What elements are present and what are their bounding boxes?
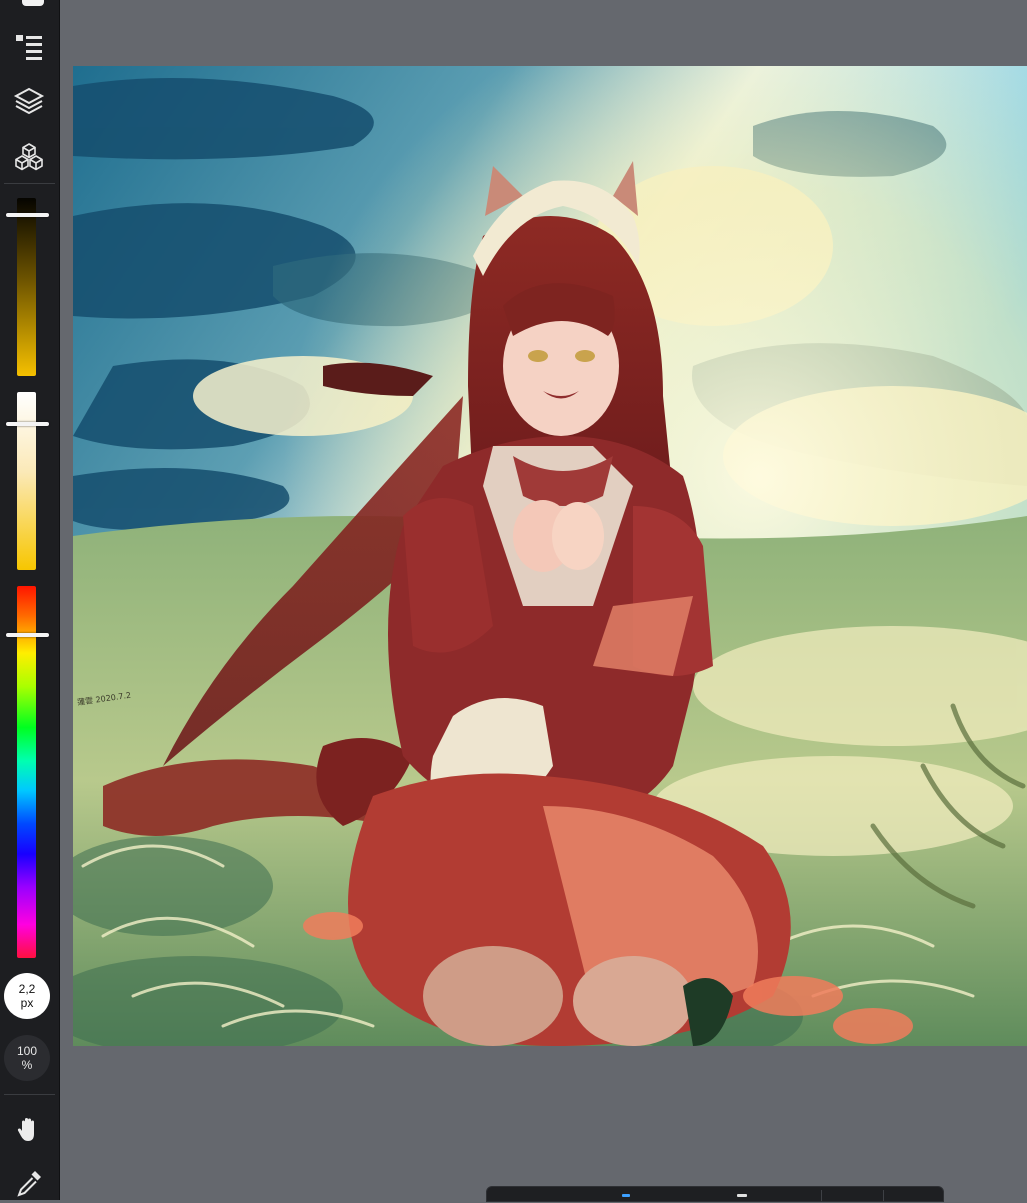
eyedropper-tool-button[interactable] xyxy=(9,1163,49,1203)
brush-size-unit: px xyxy=(20,996,34,1010)
menu-button[interactable] xyxy=(9,26,49,66)
toolbar-divider xyxy=(4,1094,55,1095)
materials-button[interactable] xyxy=(9,137,49,177)
bottom-tool-active-indicator[interactable] xyxy=(622,1194,630,1197)
toolbar-divider xyxy=(4,183,55,184)
hand-icon xyxy=(17,1118,34,1141)
layers-button[interactable] xyxy=(9,81,49,121)
layers-icon xyxy=(13,87,45,115)
menu-icon xyxy=(16,35,42,60)
hue-slider-handle[interactable] xyxy=(6,633,49,637)
top-tool-button[interactable] xyxy=(22,0,44,6)
brush-size-button[interactable]: 2,2 px xyxy=(4,973,50,1019)
bottom-bar-divider xyxy=(883,1190,884,1201)
artwork-painting xyxy=(73,66,1027,1046)
bottom-tool-indicator[interactable] xyxy=(737,1194,747,1197)
saturation-slider-handle[interactable] xyxy=(6,422,49,426)
left-toolbar: 2,2 px 100 % xyxy=(0,0,60,1200)
hand-tool-button[interactable] xyxy=(9,1110,49,1150)
hue-slider[interactable] xyxy=(17,586,36,958)
brush-size-value: 2,2 xyxy=(18,982,36,996)
opacity-value: 100 xyxy=(16,1044,38,1058)
brightness-slider-handle[interactable] xyxy=(6,213,49,217)
brightness-slider[interactable] xyxy=(17,198,36,376)
bottom-bar-divider xyxy=(821,1190,822,1201)
drawing-canvas[interactable]: 蓮雲 2020.7.2 xyxy=(73,66,1027,1046)
opacity-button[interactable]: 100 % xyxy=(4,1035,50,1081)
opacity-unit: % xyxy=(21,1058,33,1072)
cubes-icon xyxy=(15,143,43,171)
eyedropper-icon xyxy=(17,1171,41,1197)
saturation-slider[interactable] xyxy=(17,392,36,570)
